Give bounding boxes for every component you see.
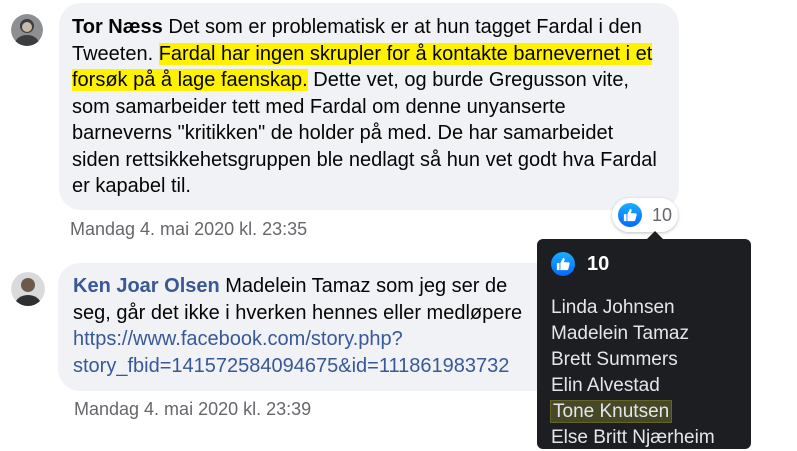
tooltip-reaction-count: 10 [587,252,610,275]
reaction-summary[interactable]: 10 [612,198,678,232]
comment-author[interactable]: Ken Joar Olsen [73,275,220,297]
like-icon [551,252,575,276]
avatar-tor-naess[interactable] [11,14,43,46]
reactor-name: Tone Knutsen [551,401,672,422]
like-icon [618,203,642,227]
reactor-name: Else Britt Njærheim [551,427,715,448]
comment-text: Madelein Tamaz som jeg ser de [219,275,508,297]
comment-bubble: Tor Næss Det som er problematisk er at h… [59,3,679,210]
reactors-list: Linda Johnsen Madelein Tamaz Brett Summe… [551,295,737,451]
reaction-count: 10 [652,204,673,225]
reactor-name-highlighted: Tone Knutsen [551,399,737,425]
reactor-name: Linda Johnsen [551,297,675,318]
reactor-name: Madelein Tamaz [551,323,690,344]
comment-link[interactable]: https://www.facebook.com/story.php? [73,326,558,353]
comment-link-continued[interactable]: story_fbid=141572584094675&id=1118619837… [73,353,558,380]
reactor-name: Brett Summers [551,349,678,370]
reactions-tooltip: 10 Linda Johnsen Madelein Tamaz Brett Su… [537,231,751,451]
person-avatar-icon [11,14,43,46]
avatar-ken-joar-olsen[interactable] [11,272,45,306]
comment-text-line2: seg, går det ikke i hverken hennes eller… [73,301,523,324]
comment-timestamp[interactable]: Mandag 4. mai 2020 kl. 23:35 [70,219,307,240]
tooltip-header: 10 [551,251,737,277]
person-avatar-icon [11,272,45,306]
reactor-name: Elin Alvestad [551,375,660,396]
comment-author[interactable]: Tor Næss [72,16,163,38]
comment-bubble: Ken Joar Olsen Madelein Tamaz som jeg se… [58,263,558,391]
comment-timestamp[interactable]: Mandag 4. mai 2020 kl. 23:39 [74,399,311,420]
tooltip-arrow [647,231,663,239]
